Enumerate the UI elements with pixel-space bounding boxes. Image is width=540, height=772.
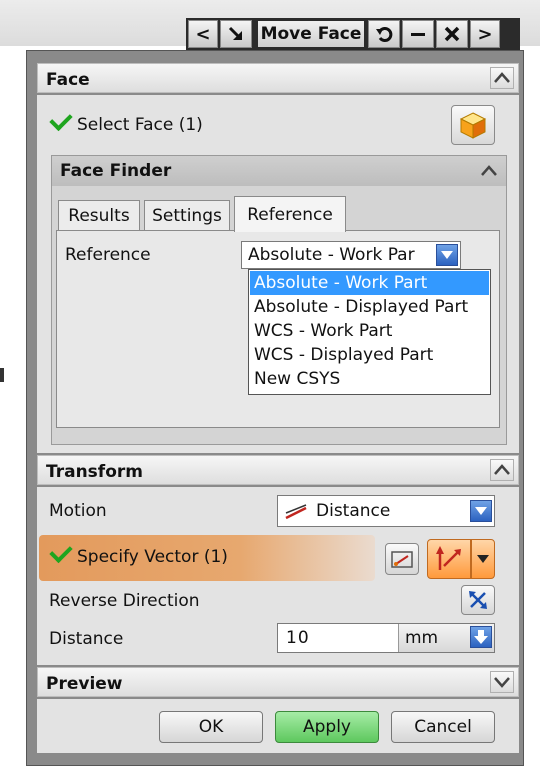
reference-option-label: Absolute - Displayed Part [254,297,469,317]
distance-input[interactable]: 10 mm [277,623,495,653]
face-section-title: Face [46,70,90,90]
reference-option-label: Absolute - Work Part [254,273,428,293]
reference-option-label: WCS - Displayed Part [254,345,434,365]
ok-button[interactable]: OK [159,711,263,743]
reference-label: Reference [65,245,151,265]
tab-settings-label: Settings [152,205,222,226]
inferred-vector-button[interactable] [427,539,471,579]
apply-button[interactable]: Apply [275,711,379,743]
specify-vector-text: Specify Vector (1) [49,539,228,567]
face-finder-header[interactable]: Face Finder [52,156,506,186]
chevron-up-icon[interactable] [490,459,514,481]
vector-type-dropdown[interactable] [471,539,495,579]
reverse-direction-button[interactable] [461,585,495,615]
cancel-button[interactable]: Cancel [391,711,495,743]
reference-option[interactable]: New CSYS [250,367,489,391]
vector-dialog-icon [391,551,413,568]
select-face-label: Select Face (1) [77,115,203,135]
tab-reference[interactable]: Reference [234,196,346,232]
motion-label: Motion [49,501,107,521]
arrow-down-right-icon [228,26,243,41]
chevron-up-icon[interactable] [478,162,500,180]
close-icon [444,26,460,42]
transform-section-header[interactable]: Transform [37,455,519,485]
reference-option-label: WCS - Work Part [254,321,393,341]
reference-option[interactable]: WCS - Work Part [250,319,489,343]
distance-icon [285,504,307,520]
pin-button[interactable] [220,20,252,48]
check-icon [49,107,73,132]
vector-dialog-button[interactable] [385,543,419,575]
transform-section-title: Transform [46,462,143,482]
reference-dropdown[interactable]: Absolute - Work Par [241,241,461,269]
forward-button[interactable]: > [470,20,500,48]
face-filter-button[interactable] [451,105,495,145]
distance-value: 10 [286,628,310,648]
tab-results[interactable]: Results [58,200,140,230]
reference-options-list: Absolute - Work Part Absolute - Displaye… [248,269,491,395]
face-section-header[interactable]: Face [37,63,519,93]
tab-reference-label: Reference [247,204,333,225]
chevron-down-icon[interactable] [470,626,492,648]
motion-value: Distance [316,501,391,521]
desktop-edge-mark [0,368,4,382]
distance-unit-value: mm [405,628,439,648]
close-button[interactable] [436,20,468,48]
move-face-dialog: Face Select Face (1) Face Finder Results [26,50,524,766]
reference-option[interactable]: WCS - Displayed Part [250,343,489,367]
preview-section-header[interactable]: Preview [37,667,519,697]
specify-vector-label: Specify Vector (1) [77,547,228,567]
back-button[interactable]: < [188,20,218,48]
check-icon [49,539,73,564]
minimize-button[interactable] [402,20,434,48]
forward-arrow-icon: > [477,23,493,45]
reference-option[interactable]: Absolute - Work Part [250,271,489,295]
reference-option[interactable]: Absolute - Displayed Part [250,295,489,319]
dialog-title: Move Face [258,21,364,47]
tab-settings[interactable]: Settings [144,200,230,230]
face-finder-title: Face Finder [60,161,172,181]
minimize-icon [411,33,425,36]
reverse-direction-icon [469,591,487,609]
dialog-button-bar: OK Apply Cancel [37,699,519,753]
chevron-up-icon[interactable] [490,67,514,89]
ok-button-label: OK [198,717,224,737]
reset-button[interactable] [368,20,400,48]
cancel-button-label: Cancel [414,717,472,737]
reset-icon [376,27,393,42]
tab-results-label: Results [68,205,130,226]
apply-button-label: Apply [303,717,351,737]
preview-section-title: Preview [46,674,123,694]
chevron-down-icon[interactable] [490,671,514,693]
back-arrow-icon: < [195,23,211,45]
chevron-down-icon[interactable] [470,500,492,522]
select-face-row[interactable]: Select Face (1) [49,107,203,135]
reference-option-label: New CSYS [254,369,341,389]
dialog-titlebar: < Move Face > [186,18,520,50]
chevron-down-icon[interactable] [436,244,458,266]
transform-section-body: Motion Distance Specify Vector (1) Rever… [37,487,519,665]
distance-label: Distance [49,629,124,649]
reference-dropdown-value: Absolute - Work Par [248,245,415,265]
distance-unit-dropdown[interactable]: mm [398,624,494,652]
solid-cube-icon [459,112,487,139]
motion-dropdown[interactable]: Distance [277,495,495,527]
specify-vector-row[interactable]: Specify Vector (1) [39,535,375,581]
chevron-down-icon [477,555,489,563]
reverse-direction-label: Reverse Direction [49,591,200,611]
inferred-vector-icon [436,546,461,570]
